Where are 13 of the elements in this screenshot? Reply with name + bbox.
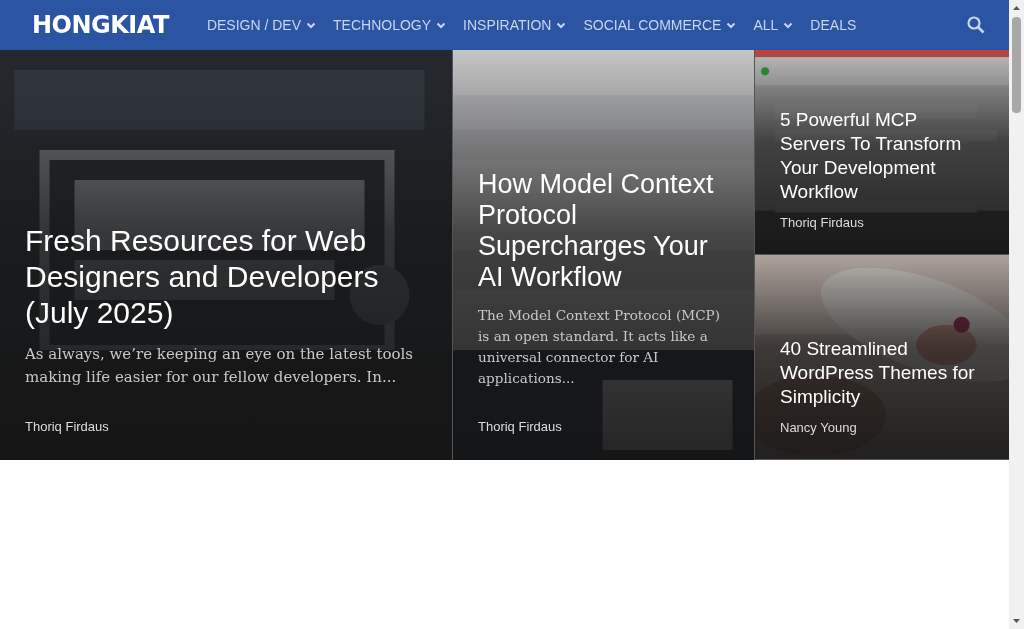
nav-link[interactable]: DEALS bbox=[810, 14, 857, 36]
post-title[interactable]: 40 Streamlined WordPress Themes for Simplicity bbox=[780, 337, 984, 410]
logo[interactable]: HONGKIAT bbox=[32, 7, 169, 43]
search-button[interactable] bbox=[967, 16, 985, 34]
post-card[interactable]: 40 Streamlined WordPress Themes for Simplicity Nancy Young bbox=[755, 255, 1009, 460]
nav-link[interactable]: DESIGN / DEV bbox=[206, 14, 317, 36]
nav-link[interactable]: SOCIAL COMMERCE bbox=[583, 14, 737, 36]
nav-link[interactable]: TECHNOLOGY bbox=[333, 14, 447, 36]
post-card[interactable]: 5 Powerful MCP Servers To Transform Your Development Workflow Thoriq Firdaus bbox=[755, 50, 1009, 255]
author-name[interactable]: Nancy Young bbox=[780, 417, 984, 437]
post-title[interactable]: 5 Powerful MCP Servers To Transform Your Development Workflow bbox=[780, 108, 984, 205]
nav-link[interactable]: ALL bbox=[753, 14, 794, 36]
nav-link[interactable]: INSPIRATION bbox=[463, 14, 567, 36]
